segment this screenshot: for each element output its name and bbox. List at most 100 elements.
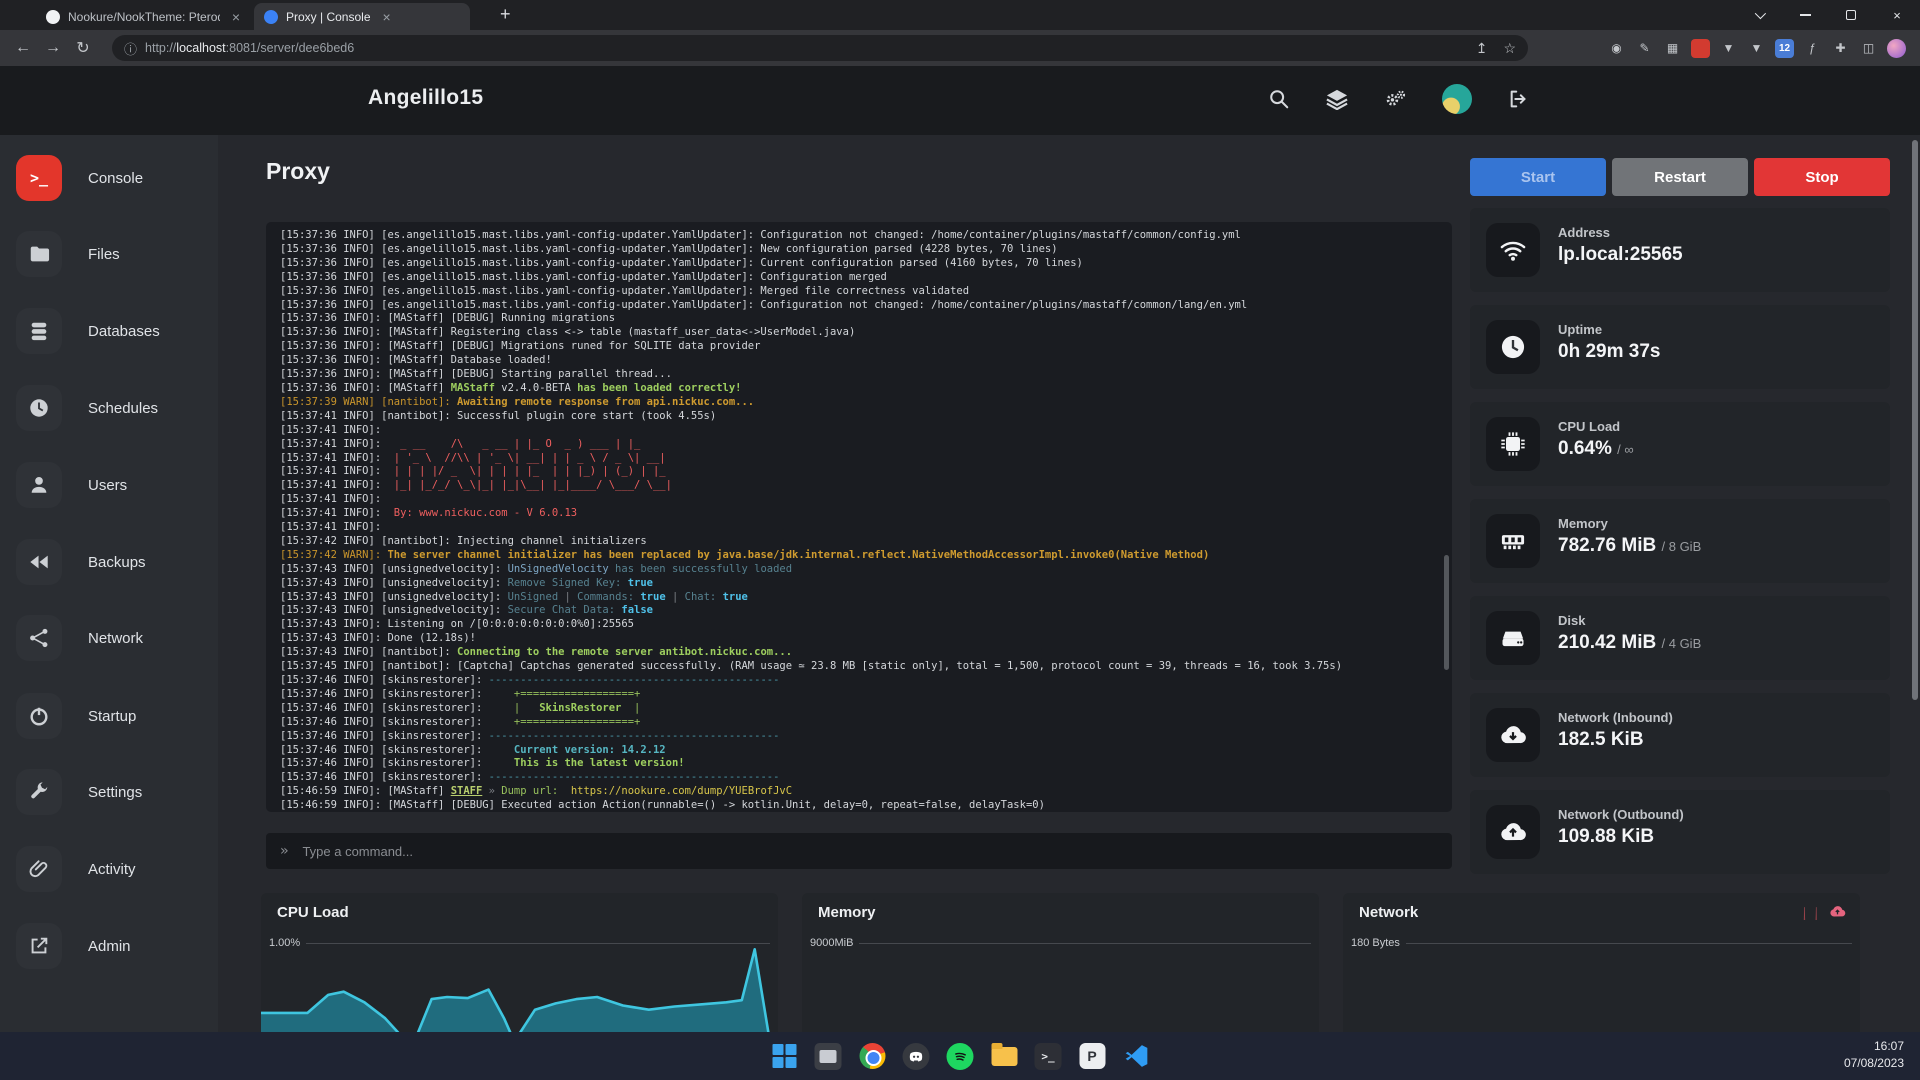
cpu-chart — [261, 944, 778, 1040]
close-icon[interactable]: × — [232, 9, 240, 25]
sidebar: >_Console Files Databases Schedules Users Bac… — [0, 135, 218, 1032]
network-chart — [1343, 944, 1860, 1040]
stat-label: Network (Inbound) — [1558, 710, 1673, 725]
console-line: [15:37:36 INFO] [es.angelillo15.mast.lib… — [280, 271, 1452, 285]
page-scrollbar[interactable] — [1912, 140, 1918, 700]
console-line: [15:37:45 INFO] [nantibot]: [Captcha] Ca… — [280, 660, 1452, 674]
adblock-icon[interactable] — [1691, 39, 1710, 58]
maximize-button[interactable] — [1828, 0, 1874, 30]
folder-icon[interactable] — [991, 1043, 1018, 1070]
profile-avatar[interactable] — [1887, 39, 1906, 58]
script-icon[interactable]: ƒ — [1803, 39, 1822, 58]
console-line: [15:37:43 INFO] [unsignedvelocity]: Remo… — [280, 577, 1452, 591]
stat-value: lp.local:25565 — [1558, 244, 1683, 266]
cast-icon[interactable]: ◉ — [1607, 39, 1626, 58]
logout-icon[interactable] — [1508, 88, 1530, 110]
console-line: [15:37:36 INFO]: [MAStaff] Database load… — [280, 354, 1452, 368]
grid-icon[interactable]: ▦ — [1663, 39, 1682, 58]
console-line: [15:37:46 INFO] [skinsrestorer]: Current… — [280, 744, 1452, 758]
site-info-icon[interactable]: ⓘ — [124, 39, 137, 58]
discord-icon[interactable] — [903, 1043, 930, 1070]
filter-icon-2[interactable]: ▼ — [1747, 39, 1766, 58]
console-line: [15:37:36 INFO]: [MAStaff] [DEBUG] Start… — [280, 368, 1452, 382]
browser-tab-1[interactable]: Nookure/NookTheme: Pterodact × — [36, 3, 250, 30]
page-title: Proxy — [266, 158, 330, 185]
sidebar-item-settings[interactable]: Settings — [0, 764, 218, 820]
panel-icon — [262, 8, 280, 26]
console-line: [15:37:36 INFO]: [MAStaff] [DEBUG] Migra… — [280, 340, 1452, 354]
sidebar-item-databases[interactable]: Databases — [0, 303, 218, 359]
rewind-icon — [16, 539, 62, 585]
notes-app-icon[interactable]: P — [1079, 1043, 1106, 1070]
url-bar[interactable]: ⓘ http://localhost:8081/server/dee6bed6 … — [112, 35, 1528, 61]
layers-icon[interactable] — [1326, 88, 1348, 110]
spotify-icon[interactable] — [947, 1043, 974, 1070]
puzzle-icon[interactable]: ✚ — [1831, 39, 1850, 58]
browser-tab-2[interactable]: Proxy | Console × — [254, 3, 470, 30]
reload-icon[interactable]: ↻ — [68, 38, 98, 58]
console-line: [15:37:43 INFO]: Done (12.18s)! — [280, 632, 1452, 646]
stat-label: Uptime — [1558, 322, 1602, 337]
inbound-cloud-down-icon — [1800, 903, 1817, 920]
console-line: [15:37:36 INFO] [es.angelillo15.mast.lib… — [280, 243, 1452, 257]
terminal-icon[interactable]: >_ — [1035, 1043, 1062, 1070]
start-button[interactable]: Start — [1470, 158, 1606, 196]
restart-button[interactable]: Restart — [1612, 158, 1748, 196]
search-icon[interactable] — [1268, 88, 1290, 110]
stat-card-memory: Memory782.76 MiB / 8 GiB — [1470, 499, 1890, 583]
stat-value: 210.42 MiB / 4 GiB — [1558, 632, 1701, 654]
external-link-icon — [16, 923, 62, 969]
sidebar-item-network[interactable]: Network — [0, 610, 218, 666]
close-window-button[interactable]: × — [1874, 0, 1920, 30]
sidebar-item-activity[interactable]: Activity — [0, 841, 218, 897]
file-explorer-icon[interactable] — [815, 1043, 842, 1070]
forward-icon[interactable]: → — [38, 39, 68, 57]
console-line: [15:37:39 WARN] [nantibot]: Awaiting rem… — [280, 396, 1452, 410]
console-log[interactable]: [15:37:36 INFO] [es.angelillo15.mast.lib… — [266, 222, 1452, 812]
vscode-icon[interactable] — [1123, 1043, 1150, 1070]
stop-button[interactable]: Stop — [1754, 158, 1890, 196]
sidebar-item-startup[interactable]: Startup — [0, 688, 218, 744]
stat-card-cpu-load: CPU Load0.64% / ∞ — [1470, 402, 1890, 486]
share-icon[interactable]: ↥ — [1476, 40, 1488, 57]
user-icon — [16, 462, 62, 508]
network-icon — [16, 615, 62, 661]
outbound-cloud-up-icon — [1829, 903, 1846, 920]
gears-icon[interactable] — [1384, 88, 1406, 110]
sidebar-item-users[interactable]: Users — [0, 457, 218, 513]
terminal-icon: >_ — [16, 155, 62, 201]
bookmark-star-icon[interactable]: ☆ — [1503, 40, 1516, 57]
console-scrollbar[interactable] — [1444, 555, 1449, 670]
sidebar-item-console[interactable]: >_Console — [0, 150, 218, 206]
tab-search-chevron-icon[interactable] — [1736, 0, 1782, 30]
console-line: [15:37:36 INFO]: [MAStaff] MAStaff v2.4.… — [280, 382, 1452, 396]
sidebar-item-files[interactable]: Files — [0, 226, 218, 282]
command-input[interactable] — [300, 843, 1438, 860]
stat-card-disk: Disk210.42 MiB / 4 GiB — [1470, 596, 1890, 680]
sidebar-item-admin[interactable]: Admin — [0, 918, 218, 974]
tab-counter-badge[interactable]: 12 — [1775, 39, 1794, 58]
new-tab-button[interactable]: + — [500, 4, 511, 25]
chrome-icon[interactable] — [859, 1043, 886, 1070]
console-line: [15:37:42 INFO] [nantibot]: Injecting ch… — [280, 535, 1452, 549]
filter-icon[interactable]: ▼ — [1719, 39, 1738, 58]
console-line: [15:37:42 WARN]: The server channel init… — [280, 549, 1452, 563]
console-line: [15:37:46 INFO] [skinsrestorer]: | Skins… — [280, 702, 1452, 716]
windows-start-icon[interactable] — [771, 1043, 798, 1070]
console-line: [15:37:46 INFO] [skinsrestorer]: This is… — [280, 757, 1452, 771]
command-prompt-icon: » — [280, 843, 288, 859]
close-icon[interactable]: × — [383, 9, 391, 25]
sidebar-item-schedules[interactable]: Schedules — [0, 380, 218, 436]
console-line: [15:37:41 INFO]: | | | |/ _ \| | | | |_ … — [280, 465, 1452, 479]
sidebar-item-backups[interactable]: Backups — [0, 534, 218, 590]
user-avatar[interactable] — [1442, 84, 1472, 114]
window-controls: × — [1736, 0, 1920, 30]
back-icon[interactable]: ← — [8, 39, 38, 57]
stat-card-network-outbound: Network (Outbound)109.88 KiB — [1470, 790, 1890, 874]
stat-value: 0h 29m 37s — [1558, 341, 1660, 363]
pencil-icon[interactable]: ✎ — [1635, 39, 1654, 58]
minimize-button[interactable] — [1782, 0, 1828, 30]
side-panel-icon[interactable]: ◫ — [1859, 39, 1878, 58]
taskbar-clock[interactable]: 16:07 07/08/2023 — [1844, 1038, 1904, 1072]
app-header: Angelillo15 — [0, 66, 1920, 135]
